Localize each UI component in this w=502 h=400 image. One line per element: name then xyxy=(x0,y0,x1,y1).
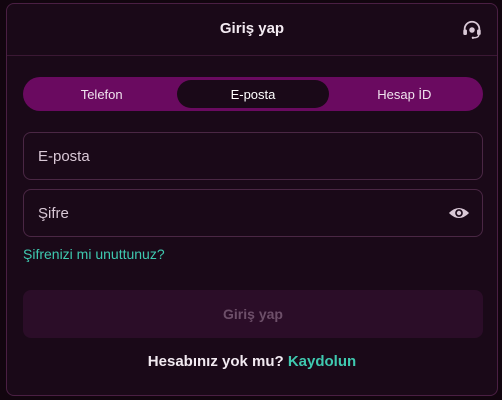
tab-account-id[interactable]: Hesap İD xyxy=(329,80,480,108)
signup-link[interactable]: Kaydolun xyxy=(288,353,356,370)
email-field-wrapper xyxy=(23,132,483,180)
signup-row: Hesabınız yok mu? Kaydolun xyxy=(7,353,497,370)
signup-prompt: Hesabınız yok mu? xyxy=(147,353,284,370)
page-title: Giriş yap xyxy=(219,20,285,37)
tab-phone[interactable]: Telefon xyxy=(26,80,177,108)
modal-header: Giriş yap xyxy=(7,4,497,56)
login-method-tabs: Telefon E-posta Hesap İD xyxy=(23,77,483,111)
eye-icon[interactable] xyxy=(448,204,470,222)
headset-icon[interactable] xyxy=(461,19,483,41)
password-field-wrapper xyxy=(23,189,483,237)
password-input[interactable] xyxy=(24,190,482,236)
tab-email[interactable]: E-posta xyxy=(177,80,329,108)
forgot-password-link[interactable]: Şifrenizi mi unuttunuz? xyxy=(23,246,165,262)
login-submit-button[interactable]: Giriş yap xyxy=(23,290,483,338)
email-input[interactable] xyxy=(24,133,482,179)
login-modal: Giriş yap Telefon E-posta Hesap İD Şifre… xyxy=(6,3,498,396)
